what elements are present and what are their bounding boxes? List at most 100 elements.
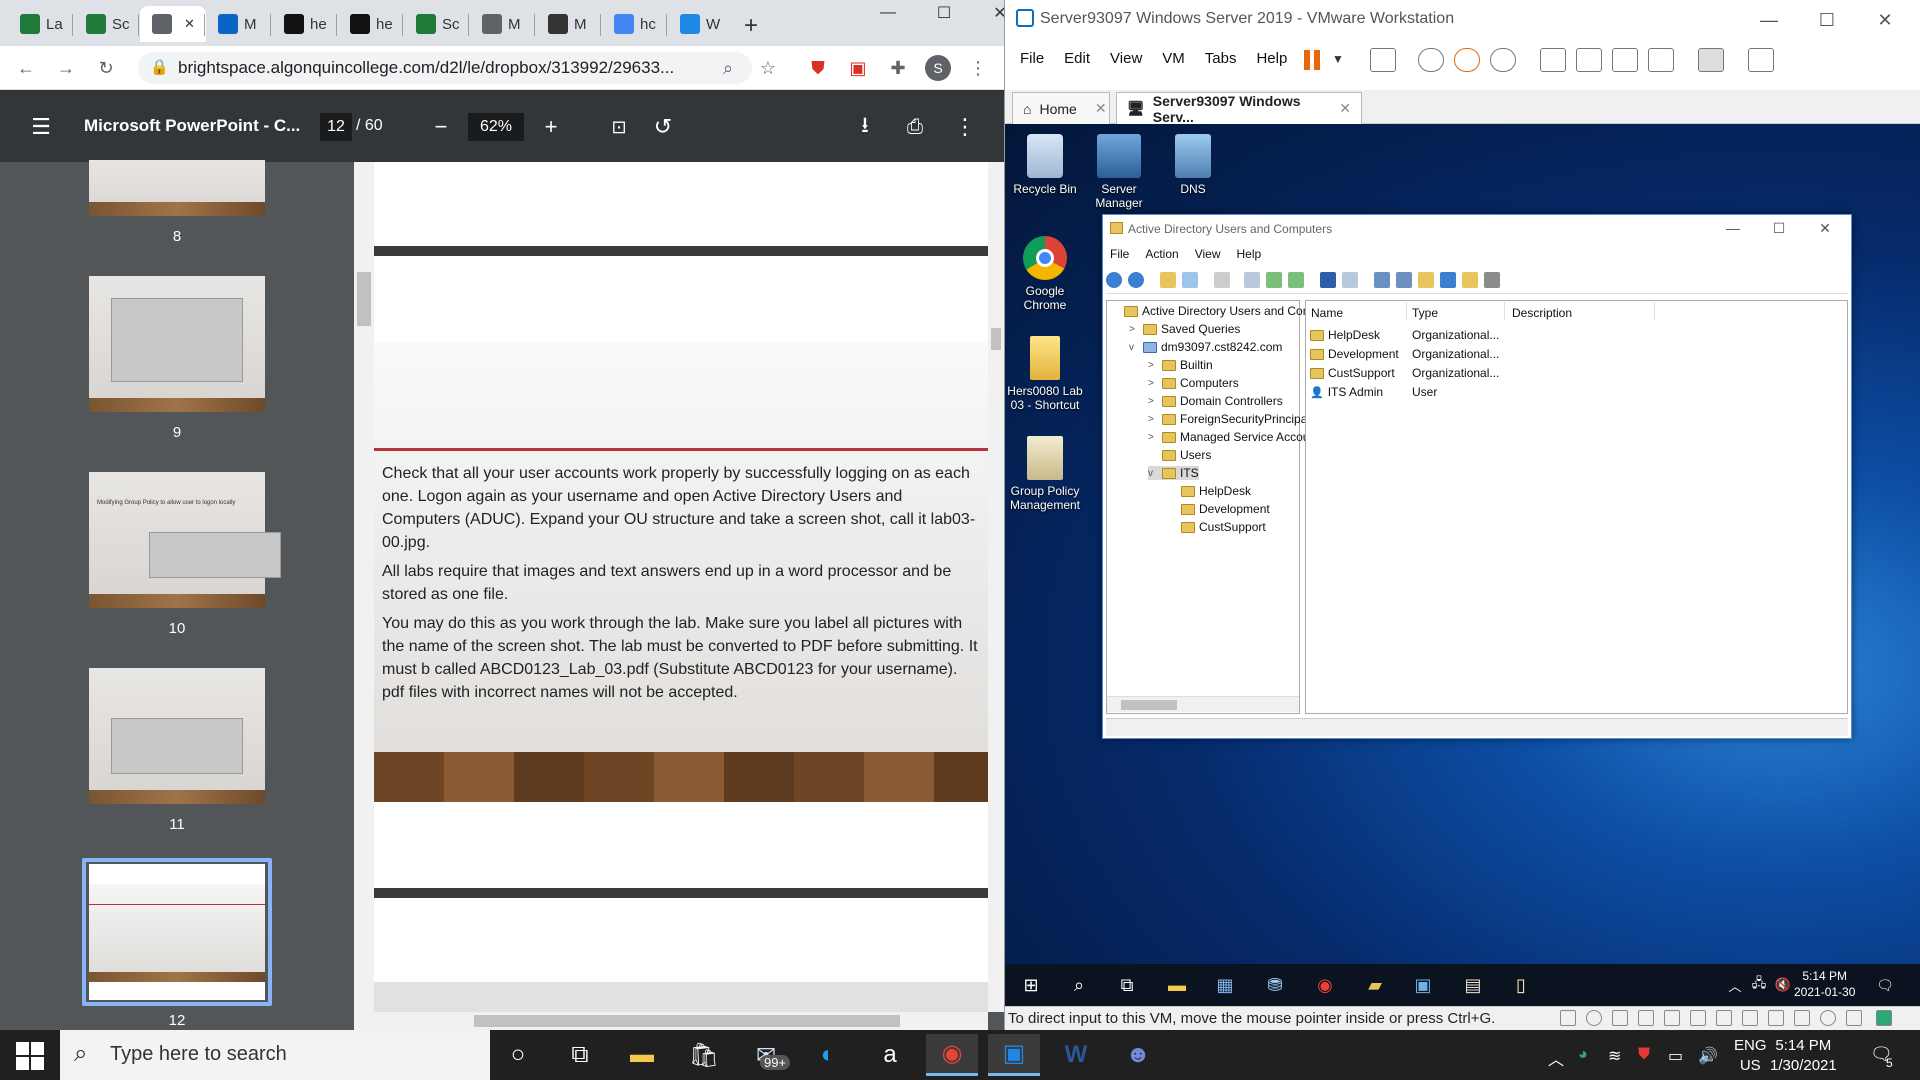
new-user-icon[interactable] bbox=[1374, 272, 1390, 288]
volume-icon[interactable]: 🔊 bbox=[1698, 1046, 1718, 1066]
thumbnail-scroll-thumb[interactable] bbox=[357, 272, 371, 326]
task-view-icon[interactable]: ⧉ bbox=[1114, 972, 1140, 998]
aduc-menu-action[interactable]: Action bbox=[1145, 247, 1178, 261]
minimize-icon[interactable]: — bbox=[860, 0, 916, 26]
expand-arrow-icon[interactable]: > bbox=[1148, 396, 1158, 407]
reload-icon[interactable]: ↻ bbox=[90, 52, 122, 84]
pause-icon[interactable] bbox=[1304, 50, 1310, 70]
desktop-icon-recycle-bin[interactable]: Recycle Bin bbox=[1006, 134, 1084, 196]
close-icon[interactable]: ✕ bbox=[1856, 0, 1914, 40]
desktop-icon-dns[interactable]: DNS bbox=[1154, 134, 1232, 196]
desktop-icon-google-chrome[interactable]: Google Chrome bbox=[1006, 236, 1084, 312]
vm-clock[interactable]: 5:14 PM 2021-01-30 bbox=[1794, 968, 1855, 1000]
back-icon[interactable] bbox=[1106, 272, 1122, 288]
thumbnail-bar-icon[interactable] bbox=[1576, 48, 1602, 72]
tray-app-icon[interactable]: ◕ bbox=[1578, 1046, 1588, 1064]
tree-node[interactable]: > Computers bbox=[1148, 376, 1239, 390]
vmware-menu-help[interactable]: Help bbox=[1256, 50, 1287, 67]
new-ou-icon[interactable] bbox=[1418, 272, 1434, 288]
tree-node[interactable]: v ITS bbox=[1148, 466, 1199, 480]
chrome-tab[interactable]: La bbox=[8, 6, 70, 42]
minimize-icon[interactable]: — bbox=[1740, 0, 1798, 40]
tree-node[interactable]: > ForeignSecurityPrincipal: bbox=[1148, 412, 1313, 426]
tab-home[interactable]: ⌂ Home ✕ bbox=[1012, 92, 1110, 124]
vmware-menu-edit[interactable]: Edit bbox=[1064, 50, 1090, 67]
page-number-input[interactable]: 12 bbox=[320, 113, 352, 141]
volume-icon[interactable]: 🔇 bbox=[1770, 972, 1796, 998]
forward-icon[interactable]: → bbox=[50, 52, 82, 84]
print-icon[interactable]: ⎙ bbox=[898, 110, 932, 144]
cortana-icon[interactable]: ○ bbox=[492, 1034, 544, 1076]
view-icon[interactable] bbox=[1342, 272, 1358, 288]
column-header-name[interactable]: Name bbox=[1311, 306, 1343, 320]
collapse-arrow-icon[interactable]: v bbox=[1129, 342, 1139, 353]
horizontal-scroll-thumb[interactable] bbox=[474, 1015, 900, 1027]
desktop-icon-group-policy[interactable]: Group Policy Management bbox=[1006, 436, 1084, 512]
input-language[interactable]: ENG US bbox=[1734, 1036, 1767, 1076]
unity-icon[interactable] bbox=[1648, 48, 1674, 72]
pause-dropdown-icon[interactable]: ▼ bbox=[1332, 52, 1344, 66]
task-view-icon[interactable]: ⧉ bbox=[554, 1034, 606, 1076]
chrome-tab[interactable]: he bbox=[272, 6, 334, 42]
zoom-input[interactable]: 62% bbox=[468, 113, 524, 141]
list-row-name[interactable]: 👤 ITS Admin bbox=[1310, 385, 1383, 399]
tree-node[interactable]: CustSupport bbox=[1167, 520, 1266, 534]
thumbnail-8[interactable] bbox=[89, 160, 265, 216]
extension-shield-icon[interactable]: ⛊ bbox=[802, 52, 834, 84]
thumbnail-9[interactable] bbox=[89, 276, 265, 412]
chrome-tab[interactable]: W bbox=[668, 6, 730, 42]
help-icon[interactable] bbox=[1320, 272, 1336, 288]
full-screen-icon[interactable] bbox=[1612, 48, 1638, 72]
tree-node[interactable]: > Saved Queries bbox=[1129, 322, 1240, 336]
console-icon[interactable]: ▣ bbox=[1410, 972, 1436, 998]
device-cd-icon[interactable] bbox=[1586, 1010, 1602, 1026]
device-camera-icon[interactable] bbox=[1820, 1010, 1836, 1026]
thumbnail-11[interactable] bbox=[89, 668, 265, 804]
chrome-tab[interactable]: M bbox=[206, 6, 268, 42]
network-icon[interactable]: 🖧 bbox=[1746, 972, 1772, 998]
revert-snapshot-icon[interactable] bbox=[1454, 48, 1480, 72]
chrome-tab[interactable]: ✕ bbox=[140, 6, 206, 42]
back-icon[interactable]: ← bbox=[10, 52, 42, 84]
maximize-icon[interactable]: ☐ bbox=[1756, 214, 1802, 242]
chrome-menu-icon[interactable]: ⋮ bbox=[962, 52, 994, 84]
security-icon[interactable]: ⛊ bbox=[1638, 1046, 1650, 1064]
filter-icon[interactable] bbox=[1440, 272, 1456, 288]
tray-chevron-icon[interactable]: ︿ bbox=[1548, 1046, 1564, 1070]
zoom-in-icon[interactable]: + bbox=[534, 110, 568, 144]
column-separator[interactable] bbox=[1654, 302, 1655, 320]
desktop-icon-lab-shortcut[interactable]: Hers0080 Lab 03 - Shortcut bbox=[1006, 336, 1084, 412]
group-policy-icon[interactable]: ▤ bbox=[1460, 972, 1486, 998]
aduc-menu-view[interactable]: View bbox=[1195, 247, 1221, 261]
windows-start-icon[interactable]: ⊞ bbox=[1018, 972, 1044, 998]
message-log-icon[interactable] bbox=[1876, 1010, 1892, 1026]
expand-arrow-icon[interactable]: > bbox=[1129, 324, 1139, 335]
chrome-tab[interactable]: he bbox=[338, 6, 400, 42]
vmware-menu-vm[interactable]: VM bbox=[1162, 50, 1185, 67]
new-group-icon[interactable] bbox=[1396, 272, 1412, 288]
extension-pocket-icon[interactable]: ▣ bbox=[842, 52, 874, 84]
thumbnail-10[interactable]: Modifying Group Policy to allow user to … bbox=[89, 472, 281, 608]
tree-horizontal-scrollbar[interactable] bbox=[1107, 696, 1299, 712]
maximize-icon[interactable]: ☐ bbox=[1798, 0, 1856, 40]
aduc-menu-file[interactable]: File bbox=[1110, 247, 1129, 261]
forward-icon[interactable] bbox=[1128, 272, 1144, 288]
chrome-tab[interactable]: Sc bbox=[404, 6, 466, 42]
show-tree-icon[interactable] bbox=[1182, 272, 1198, 288]
server-manager-icon[interactable]: ▦ bbox=[1212, 972, 1238, 998]
snapshot-icon[interactable] bbox=[1418, 48, 1444, 72]
pdf-more-icon[interactable]: ⋮ bbox=[948, 110, 982, 144]
add-to-group-icon[interactable] bbox=[1484, 272, 1500, 288]
library-view-icon[interactable] bbox=[1540, 48, 1566, 72]
console-view-icon[interactable] bbox=[1698, 48, 1724, 72]
new-tab-button[interactable]: + bbox=[744, 12, 758, 40]
bookmark-star-icon[interactable]: ☆ bbox=[752, 52, 784, 84]
device-gpu-icon[interactable] bbox=[1846, 1010, 1862, 1026]
tree-node[interactable]: HelpDesk bbox=[1167, 484, 1251, 498]
tree-node[interactable]: Users bbox=[1148, 448, 1211, 462]
document-vertical-scrollbar[interactable] bbox=[988, 162, 1004, 1012]
tree-node[interactable]: > Managed Service Accour bbox=[1148, 430, 1313, 444]
tree-node[interactable]: > Builtin bbox=[1148, 358, 1213, 372]
device-printer-icon[interactable] bbox=[1690, 1010, 1706, 1026]
aduc-menu-help[interactable]: Help bbox=[1237, 247, 1262, 261]
